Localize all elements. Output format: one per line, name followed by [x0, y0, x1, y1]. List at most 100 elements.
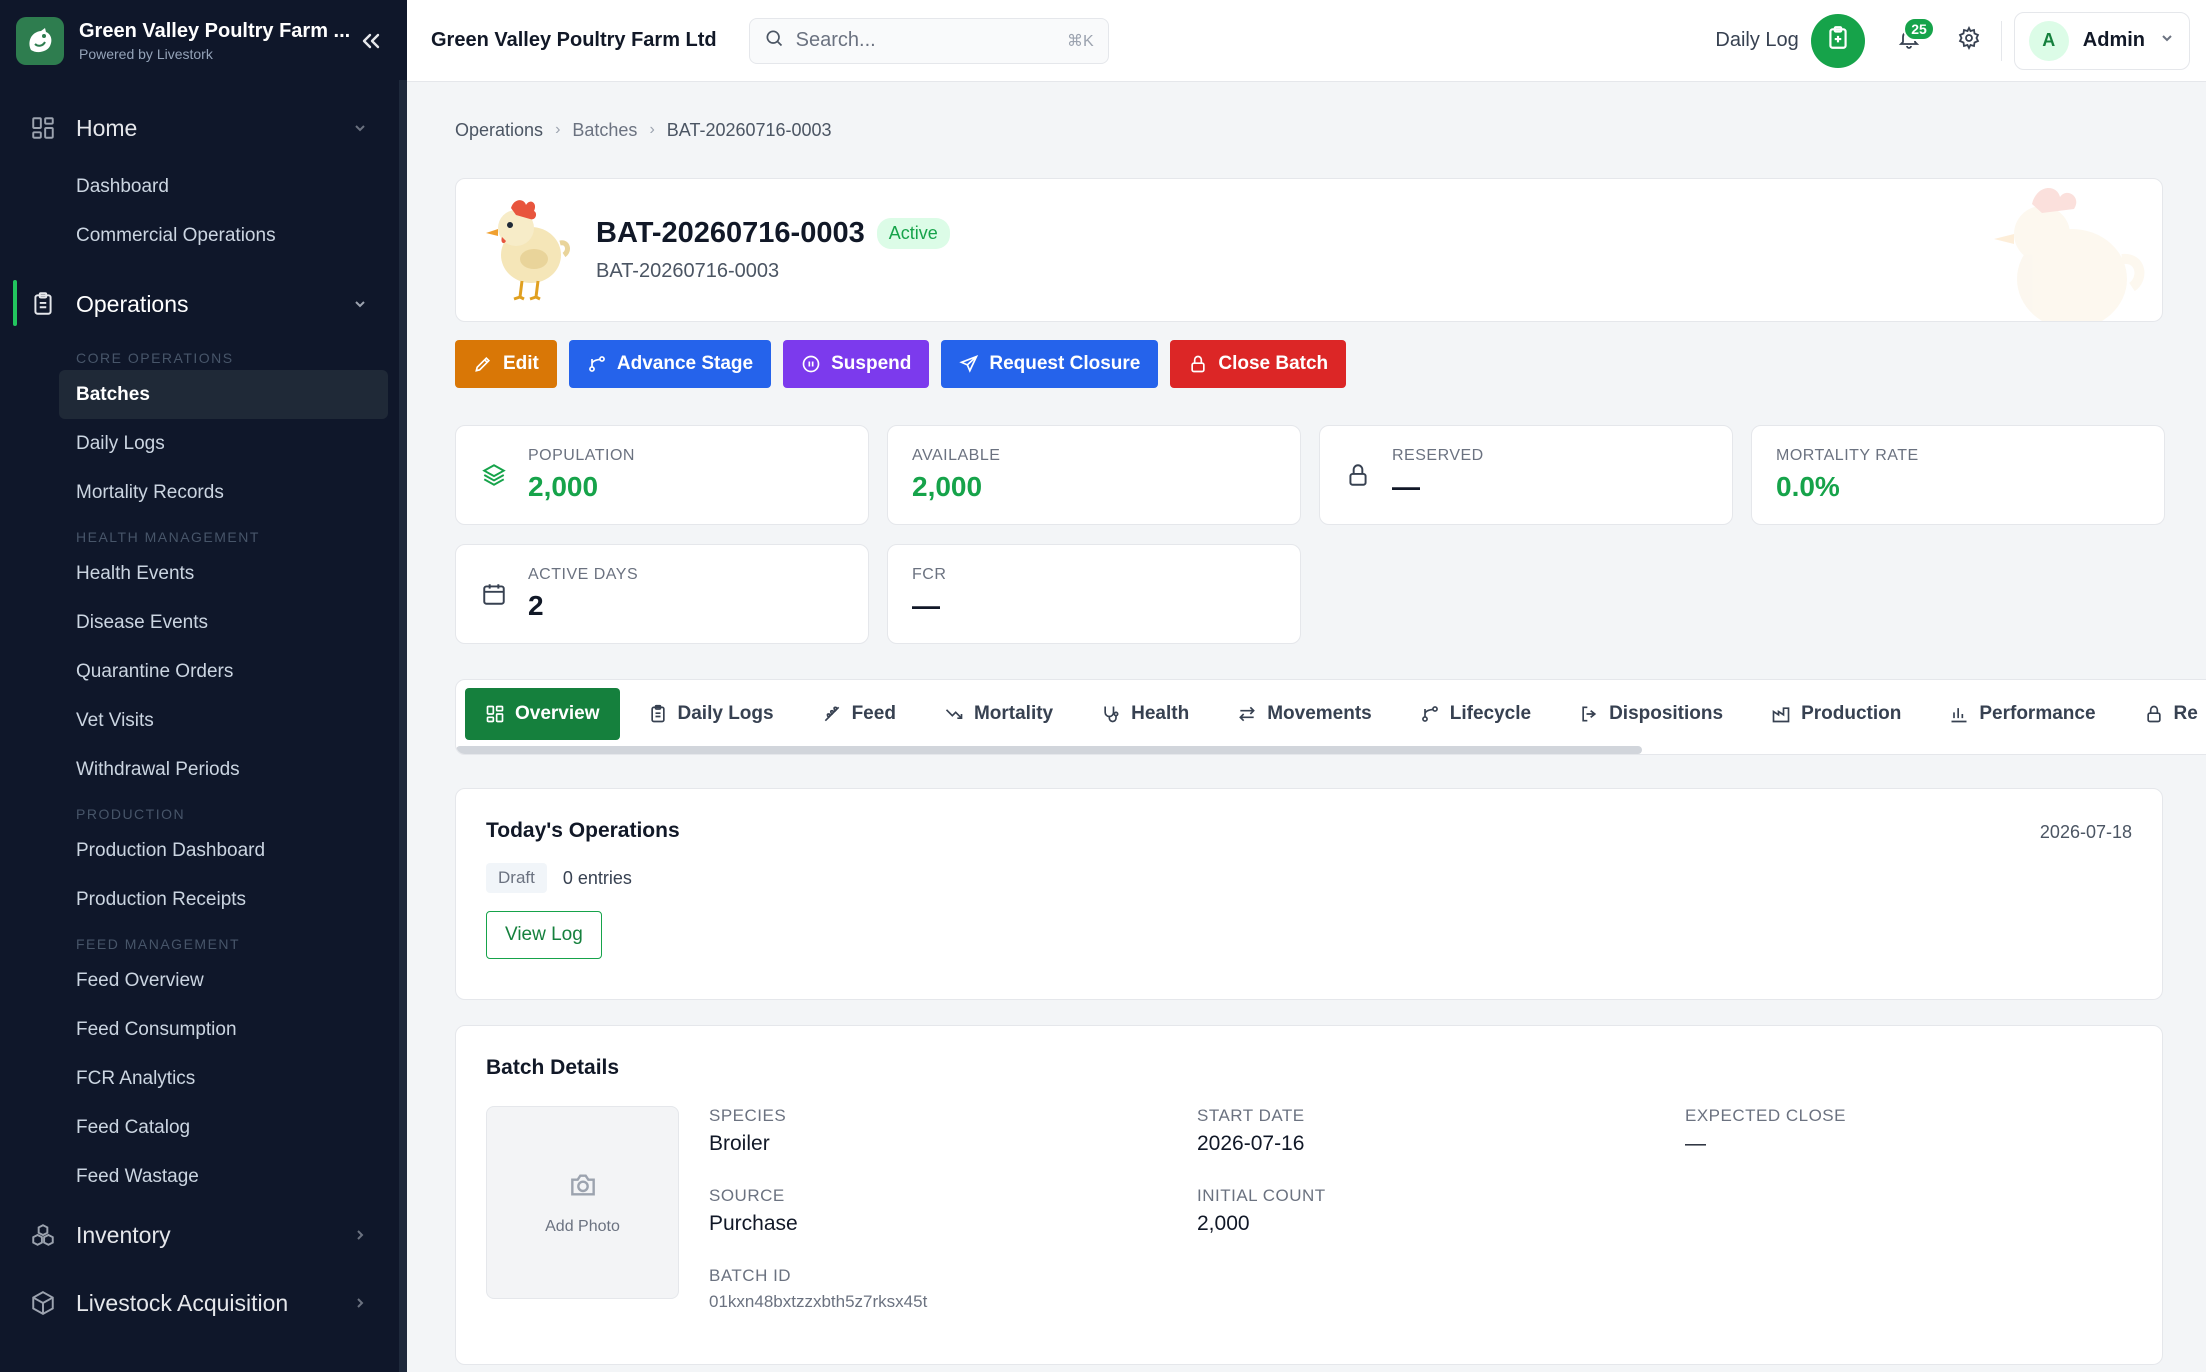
field-initial-count: INITIAL COUNT 2,000 [1197, 1186, 1685, 1236]
tab-performance[interactable]: Performance [1929, 688, 2115, 740]
batch-id-value: 01kxn48bxtzzxbth5z7rksx45t [709, 1292, 928, 1311]
edit-button[interactable]: Edit [455, 340, 557, 388]
request-closure-label: Request Closure [989, 353, 1141, 374]
tab-performance-label: Performance [1979, 703, 2096, 724]
tab-overview[interactable]: Overview [465, 688, 620, 740]
nav-group-home[interactable]: Home [0, 94, 407, 162]
sidebar-item-feed-catalog[interactable]: Feed Catalog [0, 1103, 407, 1152]
add-photo-button[interactable]: Add Photo [486, 1106, 679, 1299]
tab-movements[interactable]: Movements [1217, 688, 1392, 740]
package-icon [28, 1288, 58, 1318]
batch-subtitle: BAT-20260716-0003 [596, 260, 780, 282]
sidebar-item-feed-wastage[interactable]: Feed Wastage [0, 1152, 407, 1201]
tab-lifecycle[interactable]: Lifecycle [1400, 688, 1551, 740]
arrows-swap-icon [1239, 706, 1256, 722]
org-name: Green Valley Poultry Farm Ltd [431, 29, 717, 51]
chevron-down-icon [349, 117, 371, 139]
nav-group-operations[interactable]: Operations [0, 270, 407, 338]
farm-logo-icon [16, 17, 64, 65]
notification-count-badge: 25 [1903, 16, 1935, 41]
advance-stage-button[interactable]: Advance Stage [568, 340, 772, 388]
initial-count-label: INITIAL COUNT [1197, 1186, 1326, 1205]
breadcrumb: Operations › Batches › BAT-20260716-0003 [455, 82, 2163, 178]
chicken-icon [476, 193, 576, 308]
field-species: SPECIES Broiler [709, 1106, 1197, 1156]
sidebar-item-production-dashboard[interactable]: Production Dashboard [0, 826, 407, 875]
species-value: Broiler [709, 1132, 770, 1155]
request-closure-button[interactable]: Request Closure [941, 340, 1159, 388]
nav-group-livestock-acquisition[interactable]: Livestock Acquisition [0, 1269, 407, 1337]
stat-population: POPULATION 2,000 [455, 425, 869, 525]
sidebar-item-daily-logs[interactable]: Daily Logs [0, 419, 407, 468]
stat-fcr-label: FCR [912, 566, 947, 583]
collapse-sidebar-icon[interactable] [355, 25, 387, 57]
sidebar-item-feed-overview[interactable]: Feed Overview [0, 956, 407, 1005]
search-input[interactable]: Search... ⌘K [748, 17, 1109, 64]
stat-population-label: POPULATION [528, 447, 635, 464]
breadcrumb-current: BAT-20260716-0003 [666, 119, 832, 140]
tab-production[interactable]: Production [1751, 688, 1921, 740]
breadcrumb-separator-icon: › [649, 121, 655, 138]
tab-dispositions[interactable]: Dispositions [1559, 688, 1743, 740]
sidebar-item-dashboard[interactable]: Dashboard [0, 162, 407, 211]
factory-icon [1772, 707, 1790, 723]
view-log-button[interactable]: View Log [486, 911, 602, 959]
breadcrumb-batches[interactable]: Batches [572, 120, 637, 141]
suspend-button[interactable]: Suspend [783, 340, 930, 388]
wheat-icon [824, 706, 839, 722]
sidebar-item-batches[interactable]: Batches [59, 370, 388, 419]
git-branch-icon [588, 356, 605, 372]
section-core-operations: CORE OPERATIONS [76, 350, 234, 366]
tab-movements-label: Movements [1267, 703, 1372, 724]
user-menu[interactable]: A Admin [2013, 11, 2190, 70]
stat-reserved: RESERVED — [1319, 425, 1733, 525]
topbar: Green Valley Poultry Farm Ltd Search... … [407, 0, 2206, 82]
stat-active-days-label: ACTIVE DAYS [528, 566, 639, 583]
action-bar: Edit Advance Stage Suspend Request Closu… [455, 340, 2163, 388]
breadcrumb-operations[interactable]: Operations [455, 120, 543, 141]
user-name: Admin [2082, 29, 2145, 51]
tab-daily-logs[interactable]: Daily Logs [628, 688, 794, 740]
pencil-icon [475, 356, 491, 372]
sidebar-item-feed-consumption[interactable]: Feed Consumption [0, 1005, 407, 1054]
chevron-down-icon [349, 293, 371, 315]
trending-down-icon [945, 709, 963, 719]
nav-group-livestock-label: Livestock Acquisition [76, 1289, 289, 1316]
close-batch-button[interactable]: Close Batch [1170, 340, 1347, 388]
stat-mortality-value: 0.0% [1776, 471, 1840, 502]
sidebar-item-fcr-analytics[interactable]: FCR Analytics [0, 1054, 407, 1103]
tab-mortality[interactable]: Mortality [924, 688, 1073, 740]
topbar-divider [2000, 20, 2002, 61]
sidebar-item-production-receipts[interactable]: Production Receipts [0, 875, 407, 924]
tab-health[interactable]: Health [1081, 688, 1209, 740]
clipboard-plus-icon [1825, 25, 1851, 56]
avatar: A [2028, 20, 2069, 61]
sidebar-item-vet-visits[interactable]: Vet Visits [0, 696, 407, 745]
tab-feed[interactable]: Feed [802, 688, 916, 740]
status-badge: Active [876, 218, 950, 249]
sidebar-item-health-events[interactable]: Health Events [0, 549, 407, 598]
settings-button[interactable] [1949, 21, 1989, 61]
tab-re[interactable]: Re [2124, 688, 2206, 740]
stat-fcr: FCR — [887, 544, 1301, 644]
sidebar-item-disease-events[interactable]: Disease Events [0, 598, 407, 647]
section-production: PRODUCTION [76, 806, 186, 822]
sidebar-item-withdrawal-periods[interactable]: Withdrawal Periods [0, 745, 407, 794]
brand-header: Green Valley Poultry Farm ... Powered by… [0, 0, 407, 82]
sidebar-item-commercial-operations[interactable]: Commercial Operations [0, 211, 407, 260]
expected-close-label: EXPECTED CLOSE [1685, 1106, 1846, 1125]
nav-group-inventory[interactable]: Inventory [0, 1201, 407, 1269]
sidebar-item-mortality-records[interactable]: Mortality Records [0, 468, 407, 517]
stat-available: AVAILABLE 2,000 [887, 425, 1301, 525]
lock-icon [1344, 461, 1372, 489]
sidebar-item-quarantine-orders[interactable]: Quarantine Orders [0, 647, 407, 696]
chevron-right-icon [349, 1292, 371, 1314]
tabs-scrollbar[interactable] [456, 746, 1642, 754]
notifications-button[interactable]: 25 [1889, 16, 1935, 61]
chevron-right-icon [349, 1224, 371, 1246]
stat-mortality-label: MORTALITY RATE [1776, 447, 1919, 464]
tab-daily-logs-label: Daily Logs [677, 703, 774, 724]
chicken-watermark-icon [1972, 179, 2162, 321]
daily-log-button[interactable] [1810, 13, 1865, 68]
stat-available-value: 2,000 [912, 471, 983, 502]
